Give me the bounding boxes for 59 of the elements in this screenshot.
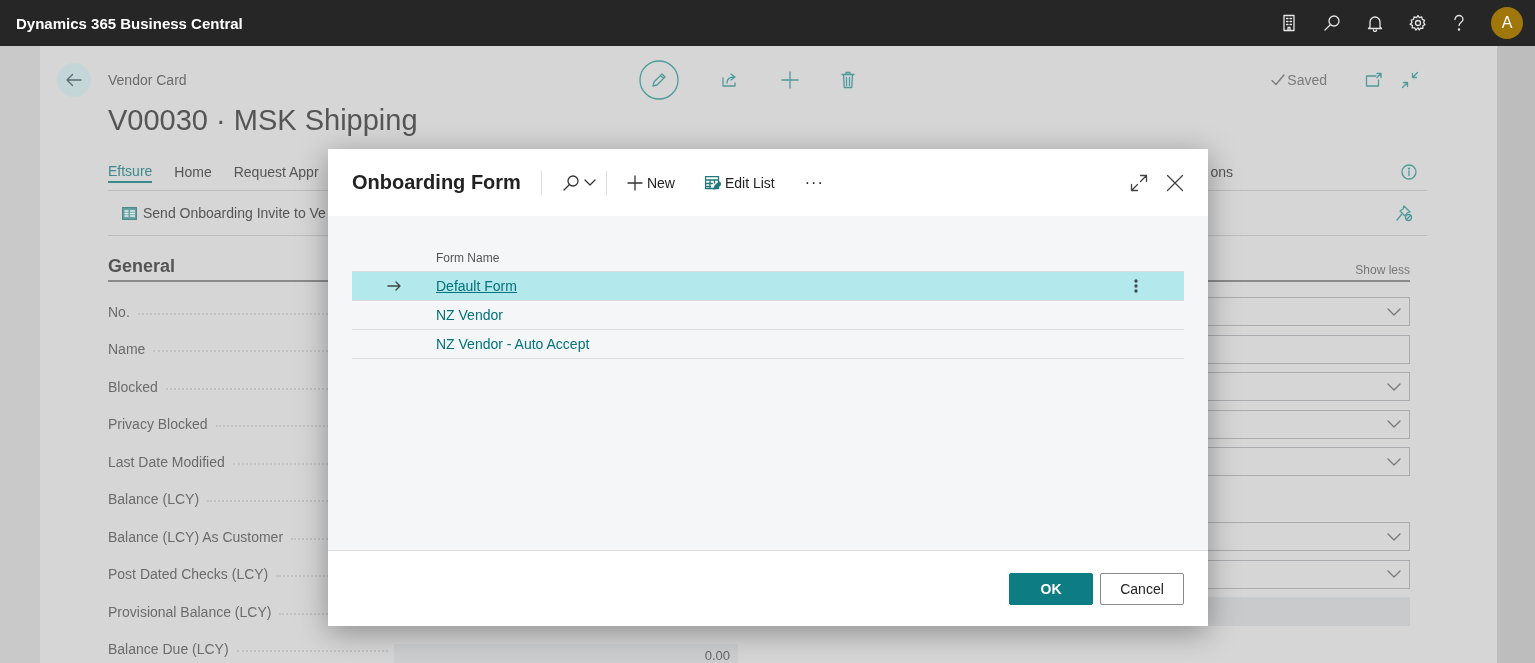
list-row[interactable]: Default Form	[352, 272, 1184, 301]
form-name-link[interactable]: Default Form	[436, 278, 517, 294]
field-label: Balance (LCY)	[108, 491, 200, 508]
ok-button[interactable]: OK	[1009, 572, 1093, 605]
more-vertical-icon[interactable]	[1134, 279, 1138, 293]
list-row[interactable]: NZ Vendor	[352, 301, 1184, 330]
more-button[interactable]: ···	[804, 173, 824, 192]
search-icon	[561, 173, 580, 192]
field-label: Balance Due (LCY)	[108, 641, 229, 658]
chevron-down-icon	[1387, 570, 1401, 579]
chevron-down-icon	[1387, 382, 1401, 391]
field-label: Privacy Blocked	[108, 416, 208, 433]
form-name-link[interactable]: NZ Vendor	[436, 307, 503, 323]
avatar[interactable]: A	[1491, 7, 1523, 39]
show-less-link[interactable]: Show less	[1355, 263, 1410, 277]
chevron-down-icon	[1387, 532, 1401, 541]
chevron-down-icon	[1387, 420, 1401, 429]
field-label: Name	[108, 341, 146, 358]
tab[interactable]: Eftsure	[108, 161, 153, 183]
field-label: Post Dated Checks (LCY)	[108, 566, 269, 583]
field-label: No.	[108, 303, 130, 320]
new-button[interactable]: New	[626, 174, 675, 191]
field-label: Provisional Balance (LCY)	[108, 603, 272, 620]
edit-list-button[interactable]: Edit List	[704, 174, 775, 191]
edit-list-icon	[704, 175, 721, 190]
app-title: Dynamics 365 Business Central	[16, 14, 243, 32]
checkmark-icon	[1271, 73, 1286, 87]
search-button[interactable]	[561, 173, 596, 192]
help-icon[interactable]	[1453, 14, 1465, 32]
cancel-button[interactable]: Cancel	[1100, 572, 1184, 605]
page-title: V00030 · MSK Shipping	[108, 103, 419, 138]
back-button[interactable]	[57, 63, 91, 97]
bell-icon[interactable]	[1367, 14, 1383, 32]
tab[interactable]: Home	[174, 162, 212, 182]
search-icon[interactable]	[1323, 14, 1341, 32]
field-label: Balance (LCY) As Customer	[108, 528, 284, 545]
value-field: 0.00	[394, 644, 738, 663]
chevron-down-icon	[1387, 307, 1401, 316]
form-name-link[interactable]: NZ Vendor - Auto Accept	[436, 336, 590, 352]
chevron-down-icon	[583, 178, 596, 187]
tab[interactable]: ons	[1210, 162, 1233, 182]
section-title: General	[108, 256, 176, 277]
field-label: Last Date Modified	[108, 453, 225, 470]
column-header[interactable]: Form Name	[436, 251, 500, 265]
page-caption: Vendor Card	[108, 72, 188, 88]
chevron-down-icon	[1387, 457, 1401, 466]
action-button[interactable]: Send Onboarding Invite to Ve	[122, 205, 326, 221]
dialog-title: Onboarding Form	[352, 171, 521, 194]
field-label: Blocked	[108, 378, 158, 395]
settings-icon[interactable]	[1409, 14, 1427, 32]
arrow-right-icon	[387, 281, 401, 291]
tab[interactable]: Request Appr	[233, 162, 319, 182]
form-icon	[122, 206, 137, 220]
expand-icon[interactable]	[1130, 173, 1148, 192]
close-icon[interactable]	[1166, 173, 1184, 192]
building-icon[interactable]	[1281, 14, 1297, 32]
save-status: Saved	[1287, 72, 1327, 88]
list-row[interactable]: NZ Vendor - Auto Accept	[352, 330, 1184, 359]
plus-icon	[626, 174, 643, 191]
